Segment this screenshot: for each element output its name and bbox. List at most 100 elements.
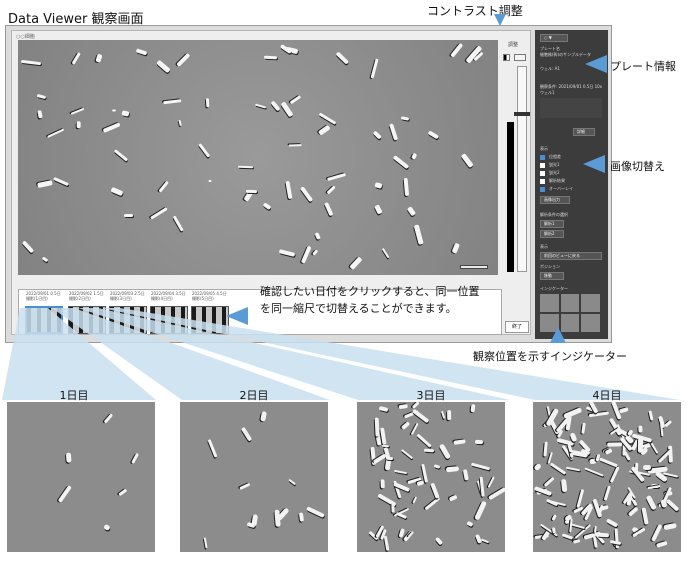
cell-mark [117,488,128,497]
cell-mark [37,109,43,118]
cell-mark [412,496,418,504]
image-switch-callout: 画像切替え [610,160,665,173]
day-sample-image-4[interactable] [533,402,681,552]
checkbox-icon [540,154,545,160]
cell-mark [318,112,337,125]
image-export-button[interactable]: 画像出力 [540,196,570,204]
cell-mark [470,462,491,471]
day-sample-image-3[interactable] [357,402,505,552]
cell-mark [598,457,618,468]
cell-mark [450,42,464,58]
cell-mark [238,482,251,491]
cell-mark [606,518,619,529]
cell-mark [423,496,441,511]
day-label-4: 4日目 [592,389,622,402]
cell-mark [446,466,460,473]
cell-mark [609,465,620,483]
cell-mark [323,201,333,216]
cell-mark [370,58,379,79]
cell-mark [413,224,424,245]
cell-mark [552,527,556,534]
cell-mark [470,404,476,413]
cell-mark [392,154,410,169]
cell-mark [462,469,470,482]
cell-mark [614,527,619,548]
cell-mark [20,59,41,65]
cell-mark [584,466,604,477]
cell-mark [434,536,443,546]
cell-mark [326,185,336,195]
contrast-swatch-icon[interactable] [503,54,510,61]
cell-mark [103,413,113,424]
contrast-slider-thumb[interactable] [514,112,530,116]
cell-mark [655,540,669,548]
cell-mark [393,470,407,475]
day-sample-image-1[interactable] [7,402,155,552]
histogram-bar [507,122,514,272]
cell-mark [131,452,140,464]
previous-view-button[interactable]: 前回のビューに戻る [540,252,602,260]
cell-mark [424,448,434,453]
cell-mark [572,539,580,544]
cell-mark [441,410,446,420]
checkbox-icon [540,186,545,192]
move-button[interactable]: 移動 [540,272,564,280]
cell-mark [565,466,580,472]
cell-mark [398,404,408,410]
cell-mark [461,152,474,168]
plate-info-callout: プレート情報 [610,60,676,73]
checkbox-icon [540,178,545,184]
cell-mark [306,506,325,518]
cell-mark [606,442,623,447]
cell-mark [475,439,484,445]
detail-button[interactable]: 詳細 [573,128,595,136]
cell-mark [207,438,218,458]
cell-mark [466,520,474,527]
cell-mark [102,523,111,531]
contrast-callout: コントラスト調整 [427,4,523,18]
cell-mark [372,130,382,139]
check-overlay[interactable]: オーバーレイ [540,186,600,192]
contrast-control[interactable]: 調整 [500,40,534,275]
cell-mark [663,522,677,531]
cell-mark [627,506,639,517]
cell-mark [645,494,657,510]
contrast-reset-button[interactable] [514,54,526,61]
cell-mark [245,189,257,193]
analysis-button-1[interactable]: 解析1 [540,220,564,228]
cell-mark [543,476,555,487]
plate-info-line: 細胞株(幹)のサンプルデータ [540,52,592,57]
cell-mark [380,478,385,489]
cell-mark [648,410,654,422]
day-sample-image-2[interactable] [180,402,328,552]
cell-mark [285,180,293,200]
side-header-button[interactable]: ○ ▼ [540,34,568,42]
notes-field[interactable] [540,98,602,118]
contrast-slider-track[interactable] [517,66,527,272]
cell-mark [581,422,586,435]
cell-mark [21,240,35,254]
cell-mark [549,462,567,476]
cell-mark [416,433,432,449]
plate-info-line: 観察条件: 2021/09/01 0.5日 10x [540,84,603,89]
microscope-image[interactable] [18,40,498,275]
contrast-control-label: 調整 [508,42,519,48]
cell-mark [349,256,363,271]
cell-mark [57,485,72,504]
cell-mark [480,538,490,544]
cell-mark [560,478,567,492]
cell-mark [300,245,312,265]
check-analysis[interactable]: 解析結果 [540,178,600,184]
cell-mark [550,514,557,522]
analysis-button-2[interactable]: 解析2 [540,230,564,238]
cell-mark [288,143,302,147]
cell-mark [326,173,346,181]
cell-mark [446,410,452,421]
cell-mark [278,249,295,257]
cell-mark [204,536,209,549]
cell-mark [638,425,643,433]
cell-mark [396,512,408,520]
cell-mark [149,207,168,221]
cell-mark [158,180,170,193]
cell-mark [65,452,72,463]
